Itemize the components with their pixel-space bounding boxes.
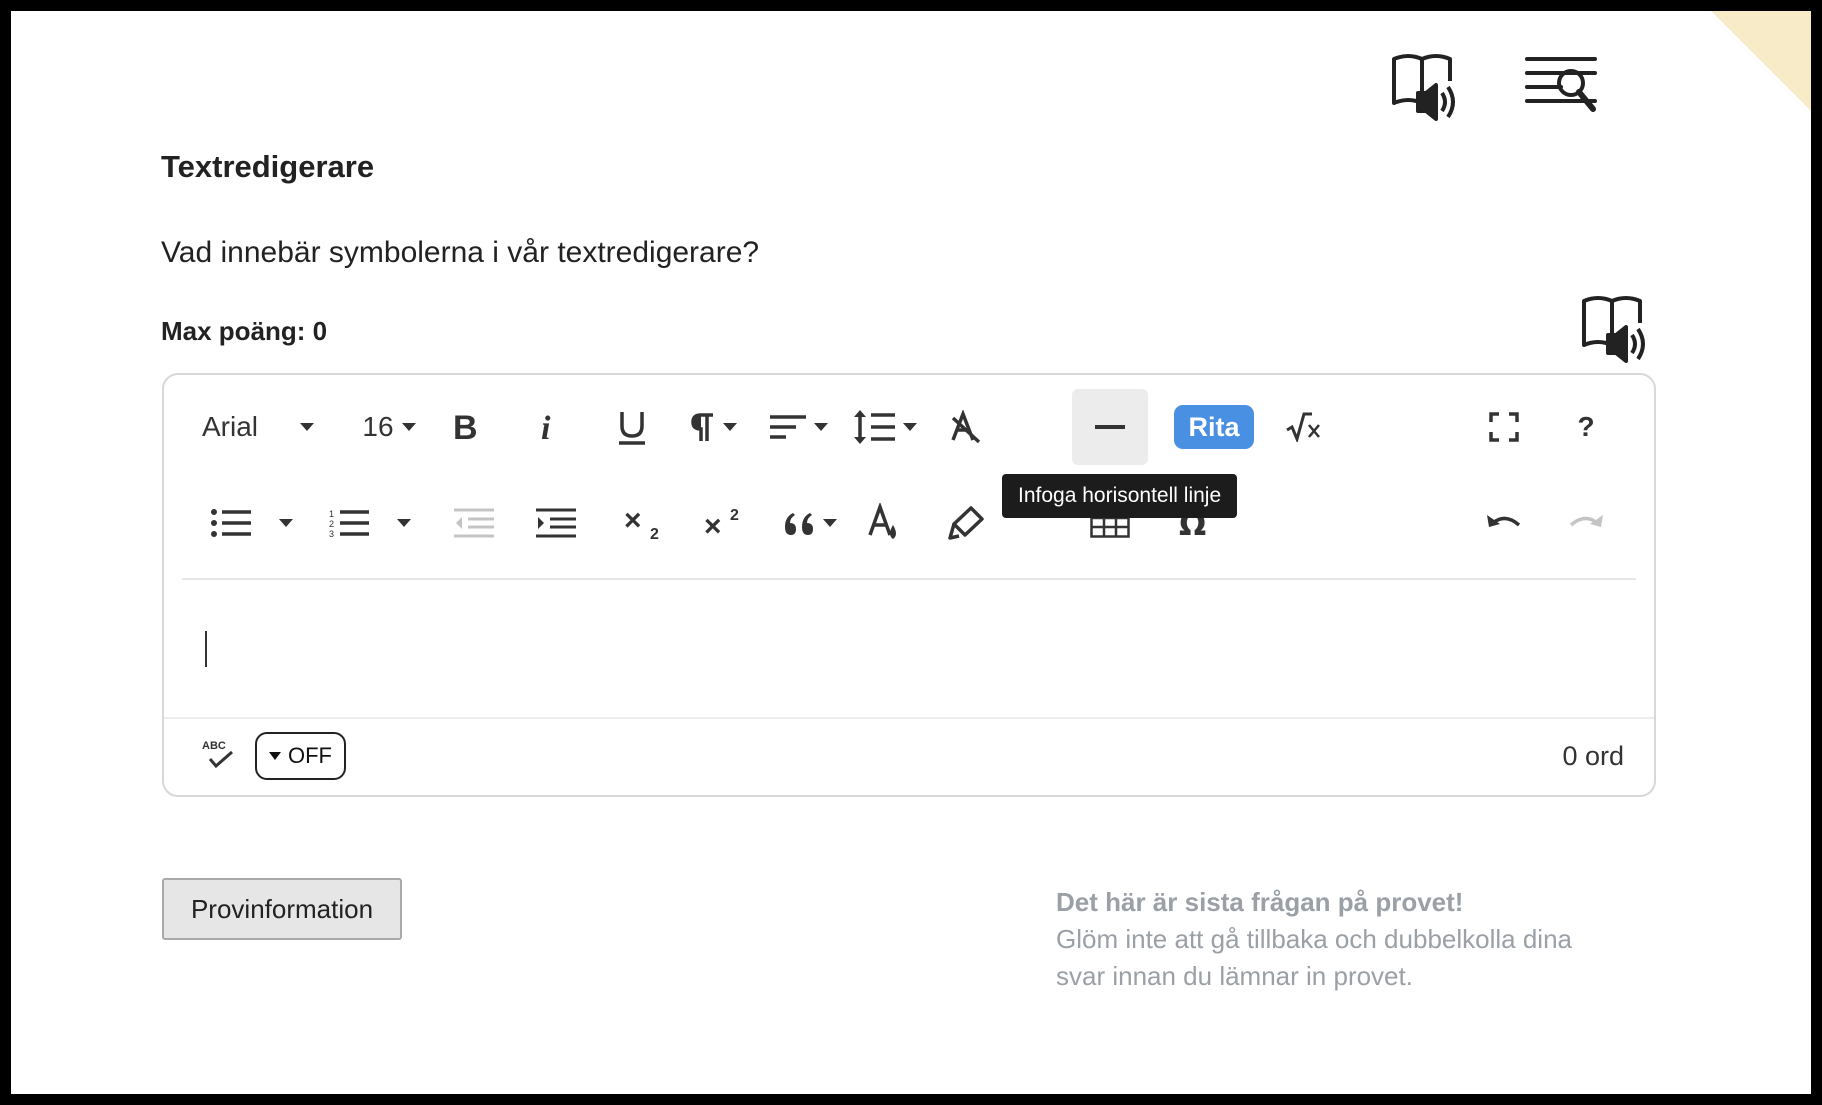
- page: Textredigerare Vad innebär symbolerna i …: [11, 11, 1811, 1094]
- question-read-aloud-icon[interactable]: [1576, 289, 1656, 369]
- svg-text:ABC: ABC: [202, 740, 226, 752]
- subscript-button[interactable]: × 2: [614, 485, 674, 561]
- word-count: 0 ord: [1562, 741, 1624, 771]
- svg-text:3: 3: [329, 529, 334, 538]
- clear-format-icon: [951, 410, 981, 444]
- fullscreen-button[interactable]: [1474, 389, 1534, 465]
- line-height-button[interactable]: [848, 389, 922, 465]
- font-size-value: 16: [362, 411, 394, 442]
- text-search-icon[interactable]: [1521, 47, 1601, 127]
- bold-button[interactable]: B: [436, 389, 496, 465]
- math-formula-button[interactable]: [1274, 389, 1334, 465]
- highlight-button[interactable]: [936, 485, 996, 561]
- horizontal-line-icon: [1095, 425, 1125, 429]
- final-question-note: Det här är sista frågan på provet! Glöm …: [1056, 884, 1616, 995]
- increase-indent-button[interactable]: [526, 485, 586, 561]
- caret-down-icon: [269, 752, 281, 760]
- undo-button[interactable]: [1474, 485, 1534, 561]
- horizontal-line-button[interactable]: [1072, 389, 1148, 465]
- text-color-button[interactable]: [854, 485, 914, 561]
- toolbar-row-2: 123 × 2 × 2 Ω: [164, 485, 1654, 561]
- chevron-down-icon: [300, 423, 315, 431]
- superscript-icon: × 2: [704, 507, 739, 540]
- chevron-down-icon: [723, 423, 737, 431]
- decrease-indent-button[interactable]: [444, 485, 504, 561]
- italic-button[interactable]: i: [519, 389, 579, 465]
- svg-text:1: 1: [329, 509, 334, 519]
- text-color-icon: [868, 503, 896, 539]
- question-title: Textredigerare: [161, 149, 375, 184]
- help-label: ?: [1577, 411, 1595, 442]
- indent-icon: [536, 508, 576, 538]
- text-editor: Arial 16 B i Rita ? 1 2 3 × 2 × 2 Ω Info…: [162, 373, 1656, 797]
- svg-text:2: 2: [650, 526, 659, 540]
- quote-icon: [785, 513, 813, 535]
- undo-icon: [1487, 515, 1521, 527]
- bullet-list-icon: [211, 509, 251, 537]
- font-family-value: Arial: [202, 411, 259, 442]
- italic-icon: i: [541, 411, 551, 443]
- editor-content[interactable]: [164, 580, 1654, 730]
- svg-text:B: B: [453, 411, 478, 443]
- final-note-title: Det här är sista frågan på provet!: [1056, 887, 1464, 917]
- exam-info-button[interactable]: Provinformation: [162, 878, 402, 940]
- chevron-down-icon: [397, 519, 411, 527]
- draw-button-label: Rita: [1174, 405, 1254, 449]
- paragraph-icon: [691, 413, 713, 441]
- font-family-select[interactable]: Arial: [202, 389, 332, 465]
- outdent-icon: [454, 508, 494, 538]
- superscript-button[interactable]: × 2: [694, 485, 754, 561]
- underline-button[interactable]: [602, 389, 662, 465]
- draw-button[interactable]: Rita: [1172, 389, 1256, 465]
- read-aloud-icon[interactable]: [1386, 47, 1466, 127]
- chevron-down-icon: [401, 423, 416, 431]
- svg-text:i: i: [541, 411, 551, 443]
- bullet-list-button[interactable]: [202, 485, 302, 561]
- toolbar-row-1: Arial 16 B i Rita ?: [164, 389, 1654, 465]
- help-button[interactable]: ?: [1556, 389, 1616, 465]
- highlighter-icon: [948, 506, 984, 540]
- redo-icon: [1569, 515, 1603, 527]
- clear-formatting-button[interactable]: [936, 389, 996, 465]
- text-caret: [205, 631, 207, 667]
- svg-text:2: 2: [329, 519, 334, 529]
- final-note-text: Glöm inte att gå tillbaka och dubbelkoll…: [1056, 924, 1572, 991]
- paragraph-format-button[interactable]: [679, 389, 749, 465]
- underline-icon: [619, 412, 645, 445]
- chevron-down-icon: [903, 423, 917, 431]
- align-left-icon: [770, 415, 806, 439]
- align-button[interactable]: [764, 389, 834, 465]
- square-root-icon: [1286, 412, 1320, 442]
- spellcheck-state: OFF: [288, 743, 332, 768]
- line-height-icon: [854, 410, 895, 444]
- spellcheck-toggle[interactable]: OFF: [255, 732, 346, 780]
- chevron-down-icon: [823, 519, 837, 527]
- subscript-icon: × 2: [624, 506, 659, 540]
- numbered-list-icon: 123: [329, 509, 369, 538]
- spellcheck-icon[interactable]: ABC: [200, 737, 236, 771]
- fullscreen-icon: [1489, 412, 1519, 442]
- page-corner-fold: [1711, 11, 1811, 111]
- numbered-list-button[interactable]: 123: [320, 485, 420, 561]
- font-size-select[interactable]: 16: [354, 389, 424, 465]
- tooltip: Infoga horisontell linje: [1002, 474, 1238, 518]
- max-points: Max poäng: 0: [161, 316, 328, 346]
- chevron-down-icon: [279, 519, 293, 527]
- redo-button[interactable]: [1556, 485, 1616, 561]
- svg-text:×: ×: [624, 506, 642, 537]
- svg-text:×: ×: [704, 510, 722, 540]
- svg-text:2: 2: [730, 507, 739, 524]
- chevron-down-icon: [814, 423, 828, 431]
- quote-button[interactable]: [774, 485, 844, 561]
- editor-footer: ABC OFF 0 ord: [164, 717, 1654, 795]
- question-text: Vad innebär symbolerna i vår textrediger…: [161, 236, 760, 269]
- bold-icon: B: [453, 411, 478, 443]
